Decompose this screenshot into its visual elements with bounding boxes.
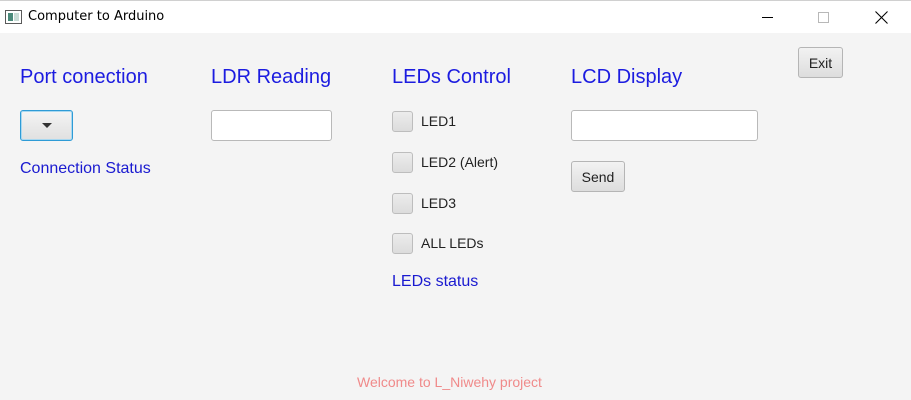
leds-control-heading: LEDs Control [392, 66, 511, 88]
send-button[interactable]: Send [571, 161, 625, 192]
led2-checkbox[interactable] [392, 151, 413, 173]
maximize-button[interactable] [800, 1, 846, 34]
all-leds-label: ALL LEDs [421, 235, 484, 251]
port-select-dropdown[interactable] [20, 110, 73, 141]
all-leds-checkbox-row[interactable]: ALL LEDs [392, 232, 484, 254]
port-connection-heading: Port conection [20, 66, 148, 88]
led2-label: LED2 (Alert) [421, 154, 499, 170]
led1-checkbox-row[interactable]: LED1 [392, 110, 456, 132]
lcd-text-field[interactable] [571, 110, 758, 141]
lcd-display-heading: LCD Display [571, 66, 683, 88]
led3-label: LED3 [421, 195, 457, 211]
leds-status-label: LEDs status [392, 273, 479, 290]
maximize-icon [817, 12, 829, 23]
connection-status-label: Connection Status [20, 160, 151, 177]
minimize-icon [761, 17, 773, 18]
chevron-down-icon [41, 123, 52, 128]
minimize-button[interactable] [744, 1, 790, 34]
ldr-reading-heading: LDR Reading [211, 66, 332, 88]
led1-label: LED1 [421, 113, 457, 129]
exit-button[interactable]: Exit [798, 47, 843, 78]
title-bar: Computer to Arduino [0, 0, 911, 33]
all-leds-checkbox[interactable] [392, 232, 413, 254]
ldr-reading-field[interactable] [211, 110, 332, 141]
led3-checkbox-row[interactable]: LED3 [392, 192, 456, 214]
window-title: Computer to Arduino [28, 9, 165, 24]
led3-checkbox[interactable] [392, 192, 413, 214]
welcome-message: Welcome to L_Niwehy project [357, 374, 542, 390]
close-button[interactable] [858, 1, 904, 34]
app-window-icon [5, 10, 22, 24]
close-icon [874, 11, 888, 24]
led2-checkbox-row[interactable]: LED2 (Alert) [392, 151, 498, 173]
led1-checkbox[interactable] [392, 110, 413, 132]
